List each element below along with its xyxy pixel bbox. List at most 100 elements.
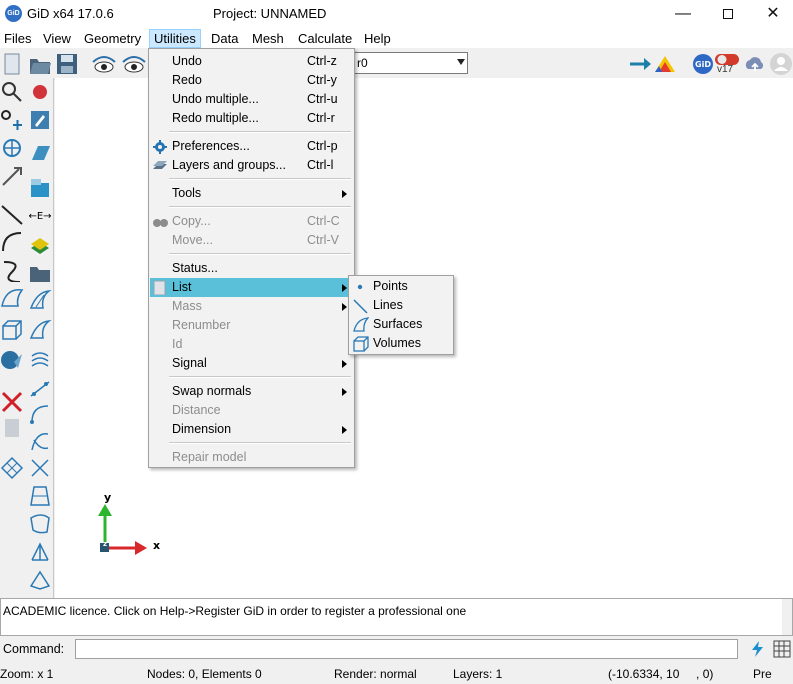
sphere-shape-icon[interactable] [0,348,24,372]
surface-plane-icon[interactable] [28,140,52,164]
surface-tool-icon[interactable] [0,286,24,310]
curve-link-icon[interactable] [28,430,52,454]
menu-item-id[interactable]: Id [150,335,353,354]
gid-application-window: GiD GiD x64 17.0.6 Project: UNNAMED — ✕ … [0,0,793,684]
spacing-e-icon[interactable]: ←E→ [28,204,52,228]
maximize-icon [723,8,733,19]
line-tool-icon[interactable] [0,202,24,226]
message-scrollbar[interactable] [782,599,792,635]
menu-item-copy[interactable]: Copy... Ctrl-C [150,212,353,231]
maximize-button[interactable] [705,0,751,28]
box-grid-icon[interactable] [28,484,52,508]
new-file-icon[interactable] [2,52,22,76]
gid-logo-icon[interactable]: GiD [692,53,714,75]
menu-calculate[interactable]: Calculate [294,29,356,48]
create-point-icon[interactable] [28,80,52,104]
pencil-edit-icon[interactable] [28,108,52,132]
color-render-icon[interactable] [652,52,678,76]
menu-item-move[interactable]: Move... Ctrl-V [150,231,353,250]
open-folder-icon[interactable] [28,52,52,76]
folder-icon[interactable] [28,260,52,284]
menu-item-status[interactable]: Status... [150,259,353,278]
document-icon[interactable] [0,416,24,440]
status-coordinates: (-10.6334, 10 , 0) [608,667,714,681]
menu-help[interactable]: Help [360,29,395,48]
lightning-icon[interactable] [750,640,766,658]
menu-item-repair-model[interactable]: Repair model [150,448,353,467]
minimize-button[interactable]: — [660,0,706,28]
status-layers: Layers: 1 [453,667,503,681]
command-input[interactable] [75,639,738,659]
submenu-item-surfaces[interactable]: Surfaces [350,315,452,334]
nurbs-surface-icon[interactable] [28,288,52,312]
patch-surface-icon[interactable] [28,318,52,342]
chevron-down-icon[interactable] [457,59,465,65]
menu-separator [169,253,351,255]
menu-item-renumber[interactable]: Renumber [150,316,353,335]
menu-files[interactable]: Files [0,29,35,48]
menu-data[interactable]: Data [207,29,242,48]
axis-x-arrow [135,541,147,555]
message-area: ACADEMIC licence. Click on Help->Registe… [0,598,793,636]
menu-mesh[interactable]: Mesh [248,29,288,48]
axis-z-label: z [103,540,108,548]
transform-icon[interactable] [0,136,24,160]
menu-item-distance[interactable]: Distance [150,401,353,420]
arrow-right-icon[interactable] [628,54,654,74]
volume-box-icon[interactable] [28,176,52,200]
submenu-item-lines[interactable]: Lines [350,296,452,315]
submenu-item-points[interactable]: Points [350,277,452,296]
point-plus-icon[interactable] [0,108,24,132]
grid-table-icon[interactable] [773,640,791,658]
app-title: GiD x64 17.0.6 [27,6,114,21]
mesh-grid-icon[interactable] [0,456,24,480]
minimize-icon: — [675,5,691,22]
menu-item-layers-and-groups[interactable]: Layers and groups... Ctrl-l [150,156,353,175]
menu-item-mass[interactable]: Mass [150,297,353,316]
command-label: Command: [3,642,65,656]
point-icon [357,284,363,290]
toolbar-combo-box[interactable]: r0 [350,52,468,74]
submenu-arrow-icon [342,426,347,434]
fold-surface-icon[interactable] [28,568,52,592]
menu-item-redo-multiple[interactable]: Redo multiple... Ctrl-r [150,109,353,128]
menu-item-dimension[interactable]: Dimension [150,420,353,439]
menu-geometry[interactable]: Geometry [80,29,145,48]
hatch-lines-icon[interactable] [28,348,52,372]
draw-arrow-icon[interactable] [0,164,24,188]
view-eye-icon[interactable] [120,52,148,76]
arc-tool-icon[interactable] [0,230,24,254]
tetra-icon[interactable] [28,540,52,564]
status-mode: Pre [753,667,772,681]
user-account-icon[interactable] [769,52,793,76]
menu-item-tools[interactable]: Tools [150,184,353,203]
delete-x-icon[interactable] [0,390,24,414]
menu-utilities[interactable]: Utilities [149,29,201,48]
surface-mesh-icon[interactable] [28,512,52,536]
save-icon[interactable] [55,52,79,76]
menu-item-signal[interactable]: Signal [150,354,353,373]
rotate-view-icon[interactable] [90,52,118,76]
search-point-icon[interactable] [0,80,24,104]
submenu-arrow-icon [342,360,347,368]
menu-item-swap-normals[interactable]: Swap normals [150,382,353,401]
layer-stack-icon[interactable] [28,232,52,256]
menu-item-list[interactable]: List [150,278,353,297]
cloud-update-icon[interactable] [743,52,767,76]
gid-app-icon: GiD [5,5,22,22]
close-button[interactable]: ✕ [750,0,793,28]
spline-tool-icon[interactable] [0,258,24,282]
curve-points-icon[interactable] [28,402,52,426]
menu-item-preferences[interactable]: Preferences... Ctrl-p [150,137,353,156]
polyline-icon[interactable] [28,376,52,400]
menu-separator [169,131,351,133]
intersect-icon[interactable] [28,456,52,480]
menu-item-undo-multiple[interactable]: Undo multiple... Ctrl-u [150,90,353,109]
menu-item-redo[interactable]: Redo Ctrl-y [150,71,353,90]
menu-separator [169,376,351,378]
menu-item-undo[interactable]: Undo Ctrl-z [150,52,353,71]
volume-cube-icon[interactable] [0,318,24,342]
menu-view[interactable]: View [39,29,75,48]
submenu-item-volumes[interactable]: Volumes [350,334,452,353]
project-title: Project: UNNAMED [213,6,327,21]
